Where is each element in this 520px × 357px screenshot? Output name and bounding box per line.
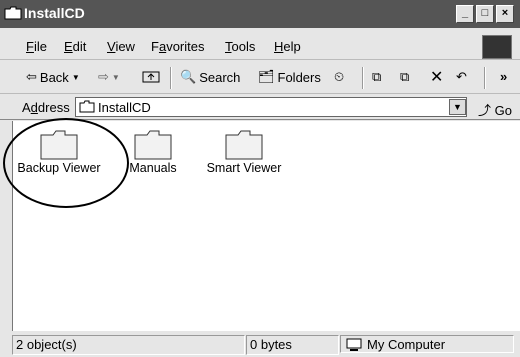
folder-item[interactable]: Manuals [121,129,185,175]
search-icon: 🔍 [180,69,197,84]
window-controls: _ □ × [456,5,514,23]
undo-button[interactable]: ↶ [456,69,467,85]
delete-button[interactable]: ✕ [430,67,443,87]
copy-to-icon: ⧉ [400,69,410,84]
folders-icon: 🗂 [258,69,275,84]
highlight-circle [3,118,129,208]
copy-to-button[interactable]: ⧉ [400,69,409,85]
up-folder-icon [142,71,160,83]
dropdown-icon: ▼ [71,72,80,82]
minimize-button[interactable]: _ [456,5,474,23]
undo-icon: ↶ [456,69,467,84]
move-to-button[interactable]: ⧉ [372,69,381,85]
menu-bar: File Edit View Favorites Tools Help [0,33,520,60]
go-arrow-icon: ⤴ [478,103,492,118]
folders-button[interactable]: 🗂 Folders [258,69,321,85]
back-button[interactable]: ⇦ Back ▼ [26,69,80,85]
window-title: InstallCD [24,5,85,21]
folder-name: Manuals [129,161,177,175]
menu-file[interactable]: File [26,39,47,54]
history-button[interactable]: ⏲ [334,69,344,85]
forward-button[interactable]: ⇨ ▼ [98,69,120,85]
title-bar[interactable]: InstallCD _ □ × [0,0,520,28]
back-arrow-icon: ⇦ [26,69,37,84]
menu-help[interactable]: Help [274,39,301,54]
go-button[interactable]: ⤴ Go [478,100,512,119]
address-dropdown-button[interactable]: ▼ [449,99,466,115]
folder-item[interactable]: Smart Viewer [199,129,289,175]
dropdown-icon: ▼ [111,72,120,82]
address-bar: Address InstallCD ▼ ⤴ Go [0,95,520,120]
folder-icon [4,6,22,20]
history-icon: ⏲ [334,69,345,84]
status-zone: My Computer [340,335,514,353]
delete-icon: ✕ [430,69,444,86]
folder-name: Smart Viewer [206,161,282,175]
maximize-button[interactable]: □ [476,5,494,23]
folder-icon [134,130,172,160]
toolbar: ⇦ Back ▼ ⇨ ▼ 🔍 Search 🗂 Folders ⏲ ⧉ ⧉ ✕ … [0,61,520,94]
search-button[interactable]: 🔍 Search [180,69,240,85]
status-object-count: 2 object(s) [12,335,245,355]
menu-tools[interactable]: Tools [225,39,255,54]
folder-icon [225,130,263,160]
up-folder-button[interactable] [142,69,160,83]
address-label: Address [22,100,70,115]
windows-logo-icon [482,35,512,59]
menu-edit[interactable]: Edit [64,39,86,54]
status-size: 0 bytes [246,335,339,355]
forward-arrow-icon: ⇨ [98,69,109,84]
menu-favorites[interactable]: Favorites [151,39,204,54]
move-to-icon: ⧉ [372,69,382,84]
computer-icon [346,338,362,351]
explorer-window: InstallCD _ □ × File Edit View Favorites… [0,0,520,357]
address-input[interactable]: InstallCD [75,97,467,117]
menu-view[interactable]: View [107,39,135,54]
toolbar-overflow-icon[interactable]: » [500,69,507,84]
status-bar: 2 object(s) 0 bytes My Computer [0,333,520,357]
close-button[interactable]: × [496,5,514,23]
folder-icon [79,100,95,113]
